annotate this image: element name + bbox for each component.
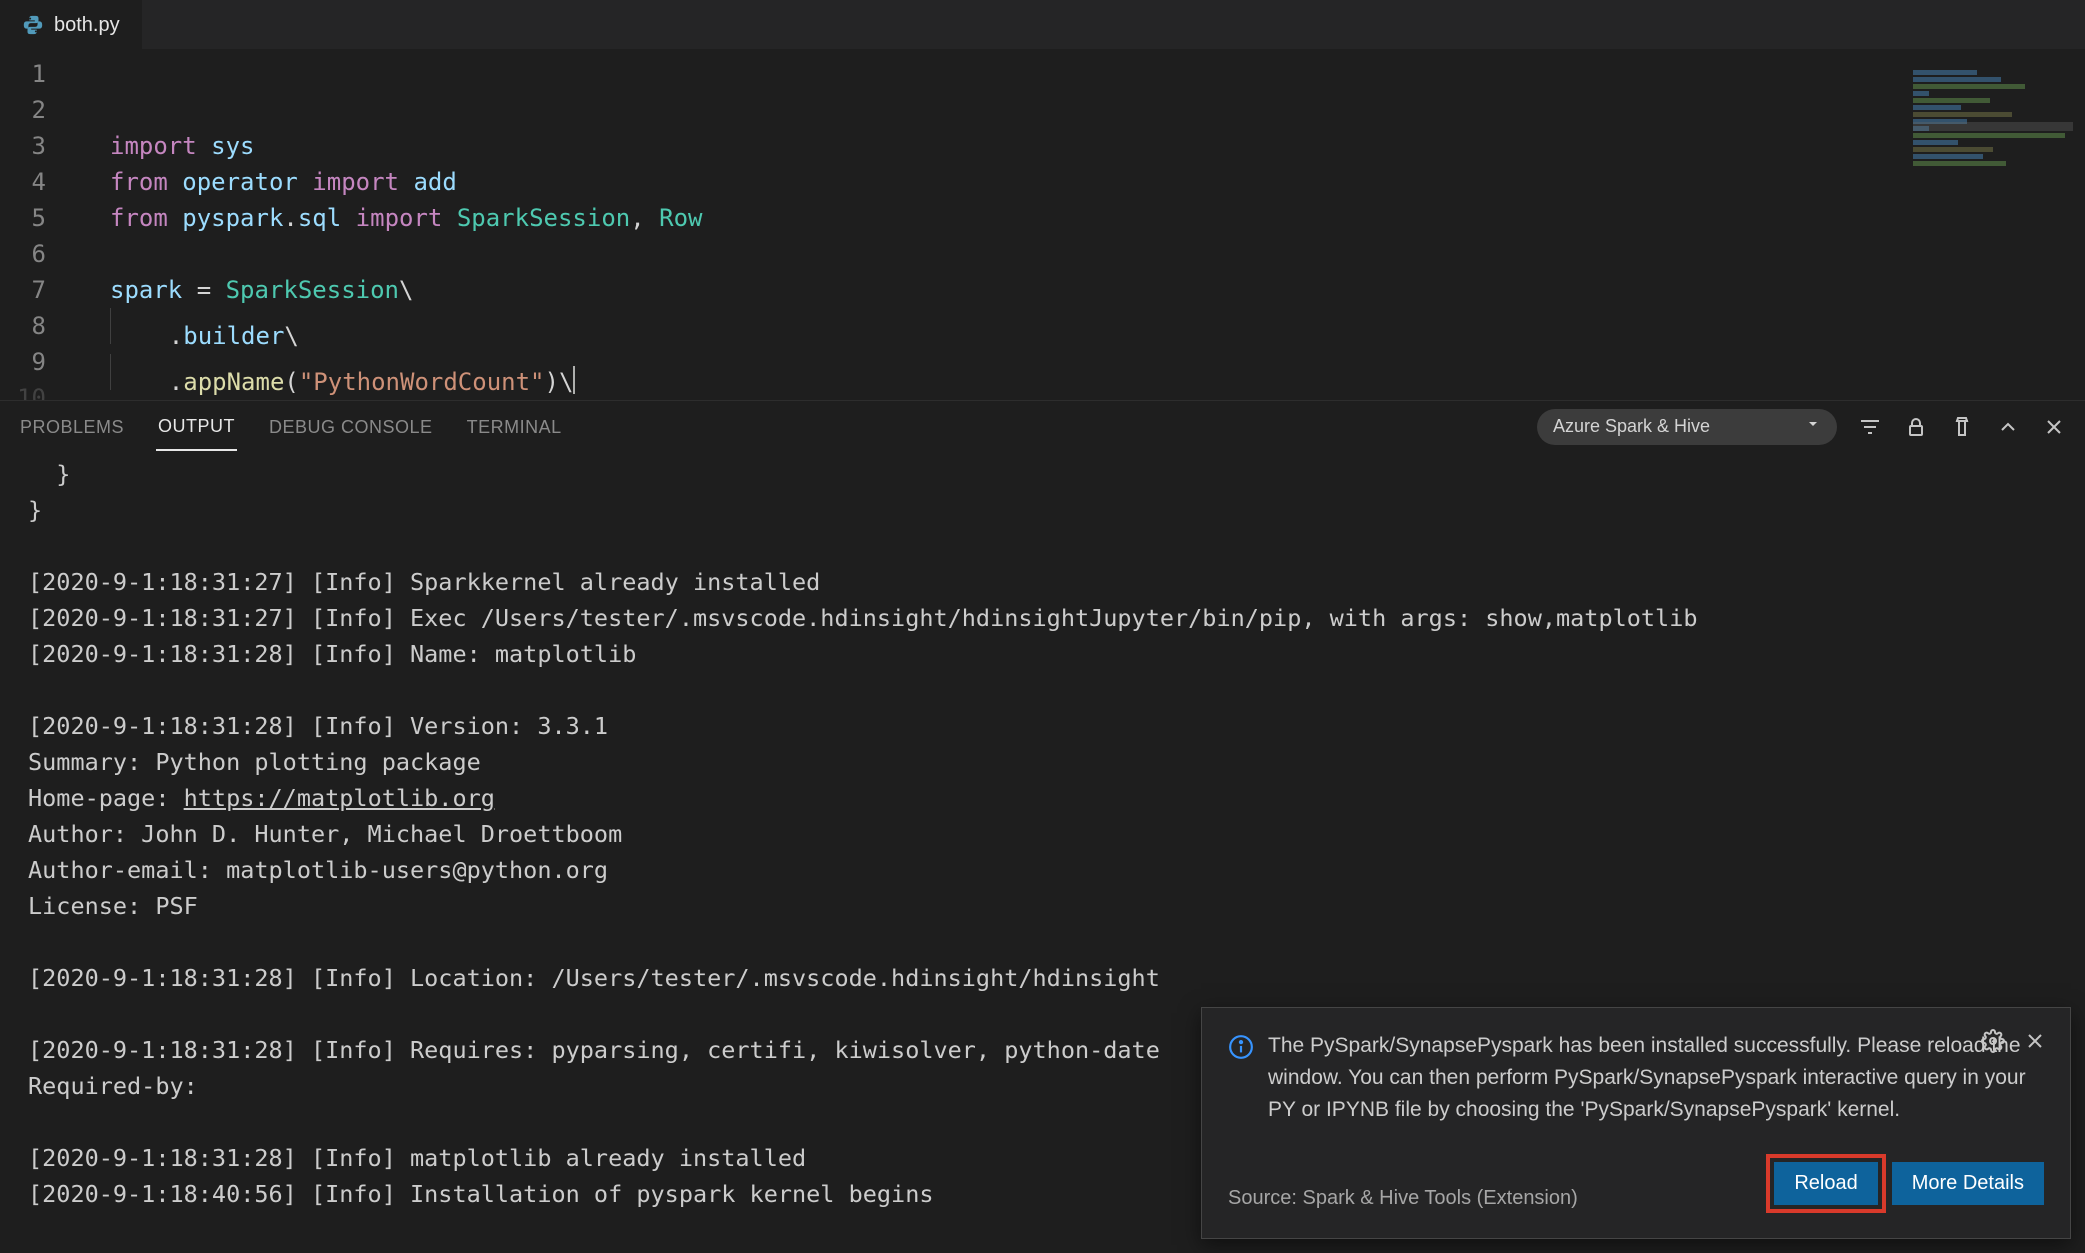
output-line: License: PSF xyxy=(28,892,198,920)
code-editor[interactable]: 1 2 3 4 5 6 7 8 9 10 import sys from ope… xyxy=(0,50,2085,400)
close-panel-icon[interactable] xyxy=(2041,414,2067,440)
code-content[interactable]: import sys from operator import add from… xyxy=(110,56,1905,400)
panel-toolbar: Azure Spark & Hive xyxy=(1537,409,2067,445)
output-channel-dropdown[interactable]: Azure Spark & Hive xyxy=(1537,409,1837,445)
python-file-icon xyxy=(22,14,44,36)
output-line: } } xyxy=(28,460,70,524)
lock-scroll-icon[interactable] xyxy=(1903,414,1929,440)
output-line: [2020-9-1:18:31:28] [Info] Version: 3.3.… xyxy=(28,712,608,740)
notification-source: Source: Spark & Hive Tools (Extension) xyxy=(1228,1182,1578,1214)
gear-icon[interactable] xyxy=(1980,1028,2006,1054)
filter-icon[interactable] xyxy=(1857,414,1883,440)
text-cursor xyxy=(573,366,575,394)
output-line: [2020-9-1:18:31:27] [Info] Exec /Users/t… xyxy=(28,604,1698,632)
info-icon xyxy=(1228,1034,1254,1060)
panel-tab-terminal[interactable]: TERMINAL xyxy=(465,403,564,450)
editor-tab-bar: both.py xyxy=(0,0,2085,50)
output-line: Required-by: xyxy=(28,1072,198,1100)
panel-tab-problems[interactable]: PROBLEMS xyxy=(18,403,126,450)
minimap[interactable] xyxy=(1913,70,2073,210)
line-number-gutter: 1 2 3 4 5 6 7 8 9 10 xyxy=(0,50,72,400)
more-details-button[interactable]: More Details xyxy=(1892,1162,2044,1205)
panel-tab-output[interactable]: OUTPUT xyxy=(156,402,237,451)
panel-tab-bar: PROBLEMS OUTPUT DEBUG CONSOLE TERMINAL A… xyxy=(0,400,2085,452)
output-line: [2020-9-1:18:40:56] [Info] Installation … xyxy=(28,1180,933,1208)
output-line: [2020-9-1:18:31:28] [Info] matplotlib al… xyxy=(28,1144,806,1172)
output-line: [2020-9-1:18:31:27] [Info] Sparkkernel a… xyxy=(28,568,820,596)
notification-toast: The PySpark/SynapsePyspark has been inst… xyxy=(1201,1007,2071,1239)
chevron-down-icon xyxy=(1805,416,1821,437)
output-line: Author: John D. Hunter, Michael Droettbo… xyxy=(28,820,622,848)
output-line: [2020-9-1:18:31:28] [Info] Requires: pyp… xyxy=(28,1036,1160,1064)
chevron-up-icon[interactable] xyxy=(1995,414,2021,440)
output-line: Home-page: xyxy=(28,784,184,812)
editor-tab-label: both.py xyxy=(54,14,120,37)
output-line: Summary: Python plotting package xyxy=(28,748,481,776)
matplotlib-homepage-link[interactable]: https://matplotlib.org xyxy=(184,784,495,812)
reload-button[interactable]: Reload xyxy=(1774,1162,1877,1205)
clear-output-icon[interactable] xyxy=(1949,414,1975,440)
output-line: Author-email: matplotlib-users@python.or… xyxy=(28,856,608,884)
dropdown-selected-label: Azure Spark & Hive xyxy=(1553,416,1710,437)
panel-tab-debug-console[interactable]: DEBUG CONSOLE xyxy=(267,403,435,450)
close-icon[interactable] xyxy=(2022,1028,2048,1054)
output-line: [2020-9-1:18:31:28] [Info] Location: /Us… xyxy=(28,964,1160,992)
notification-message: The PySpark/SynapsePyspark has been inst… xyxy=(1268,1030,2044,1126)
output-line: [2020-9-1:18:31:28] [Info] Name: matplot… xyxy=(28,640,636,668)
editor-tab-bothpy[interactable]: both.py xyxy=(0,0,142,49)
